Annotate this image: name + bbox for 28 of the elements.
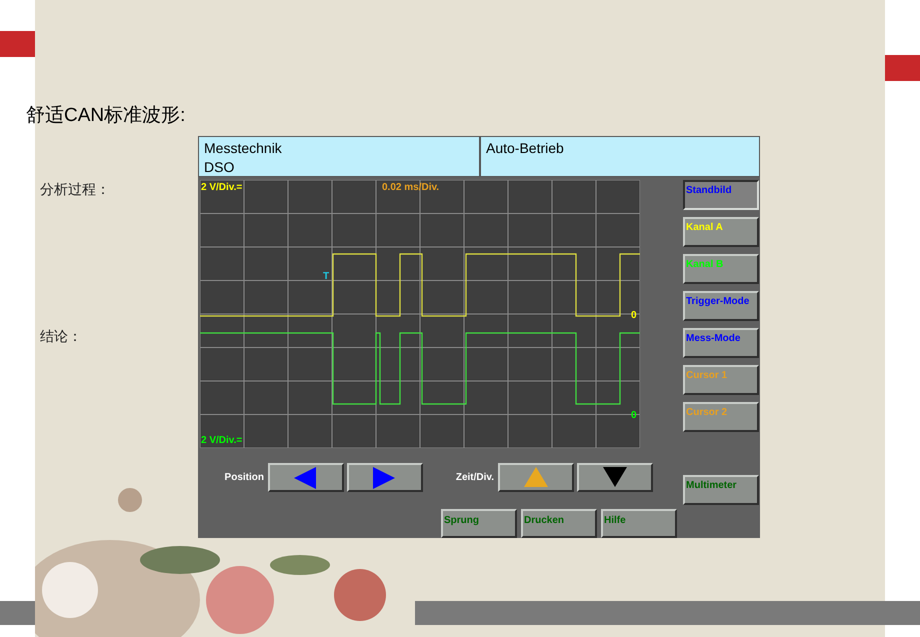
channel-b-zero: 0 bbox=[631, 411, 637, 421]
slide-title: 舒适CAN标准波形: bbox=[26, 104, 186, 128]
function-button[interactable]: Drucken bbox=[521, 509, 597, 538]
up-button[interactable] bbox=[498, 463, 574, 492]
side-button[interactable]: Kanal A bbox=[683, 217, 759, 247]
side-button[interactable]: Cursor 1 bbox=[683, 365, 759, 395]
function-button[interactable]: Sprung bbox=[441, 509, 517, 538]
left-button[interactable] bbox=[268, 463, 344, 492]
channel-a-scale: 2 V/Div.= bbox=[201, 183, 242, 193]
side-button[interactable]: Multimeter bbox=[683, 475, 759, 505]
header-cell: Messtechnik DSO bbox=[198, 136, 480, 177]
down-button[interactable] bbox=[577, 463, 653, 492]
side-button[interactable]: Mess-Mode bbox=[683, 328, 759, 358]
side-button[interactable]: Standbild bbox=[683, 180, 759, 210]
trigger-marker: T bbox=[323, 272, 330, 282]
control-label: Zeit/Div. bbox=[454, 471, 494, 485]
side-button[interactable]: Trigger-Mode bbox=[683, 291, 759, 321]
function-button[interactable]: Hilfe bbox=[601, 509, 677, 538]
control-label: Position bbox=[224, 471, 264, 485]
side-button[interactable]: Kanal B bbox=[683, 254, 759, 284]
channel-b-scale: 2 V/Div.= bbox=[201, 436, 242, 446]
side-button[interactable]: Cursor 2 bbox=[683, 402, 759, 432]
slide-label: 分析过程： bbox=[40, 181, 110, 200]
channel-a-zero: 0 bbox=[631, 311, 637, 321]
timebase-label: 0.02 ms/Div. bbox=[382, 183, 440, 193]
right-button[interactable] bbox=[347, 463, 423, 492]
header-cell: Auto-Betrieb bbox=[480, 136, 760, 177]
slide-label: 结论： bbox=[40, 328, 82, 347]
